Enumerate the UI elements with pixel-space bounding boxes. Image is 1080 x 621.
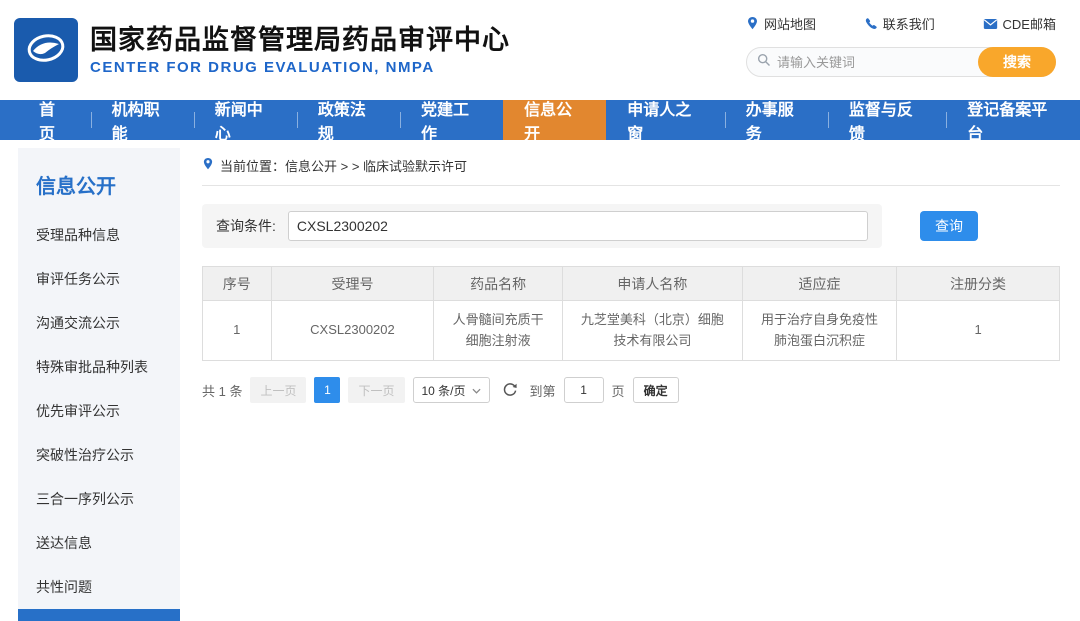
- goto-prefix: 到第: [530, 381, 556, 400]
- header-right: 网站地图 联系我们 CDE邮箱 搜索: [746, 14, 1056, 77]
- sidebar-item-clinical-trial-implied-license[interactable]: 临床试验默示许可: [18, 609, 180, 621]
- nav-item-functions[interactable]: 机构职能: [91, 100, 194, 140]
- search-icon: [757, 53, 771, 72]
- sidebar: 信息公开 受理品种信息 审评任务公示 沟通交流公示 特殊审批品种列表 优先审评公…: [18, 148, 180, 621]
- breadcrumb-text: 当前位置：信息公开 > > 临床试验默示许可: [220, 156, 467, 175]
- table-header-applicant: 申请人名称: [562, 267, 742, 301]
- location-pin-icon: [202, 157, 214, 174]
- cell-acceptance-no: CXSL2300202: [271, 301, 434, 361]
- query-row: 查询条件: 查询: [202, 204, 1060, 248]
- sidebar-item-three-in-one[interactable]: 三合一序列公示: [18, 477, 180, 521]
- search-input[interactable]: [777, 55, 971, 70]
- cell-drug-name: 人骨髓间充质干细胞注射液: [434, 301, 563, 361]
- goto-suffix: 页: [612, 381, 625, 400]
- sitemap-link[interactable]: 网站地图: [746, 14, 816, 33]
- breadcrumb: 当前位置：信息公开 > > 临床试验默示许可: [202, 156, 1060, 186]
- nav-item-services[interactable]: 办事服务: [725, 100, 828, 140]
- main-panel: 当前位置：信息公开 > > 临床试验默示许可 查询条件: 查询 序号 受理号 药…: [180, 148, 1060, 621]
- table-header-seq: 序号: [203, 267, 272, 301]
- cell-applicant: 九芝堂美科（北京）细胞技术有限公司: [562, 301, 742, 361]
- location-pin-icon: [746, 16, 759, 31]
- sitemap-label: 网站地图: [764, 14, 816, 33]
- contact-link[interactable]: 联系我们: [864, 14, 935, 33]
- nav-item-supervision[interactable]: 监督与反馈: [828, 100, 946, 140]
- table-header-indication: 适应症: [742, 267, 896, 301]
- contact-label: 联系我们: [883, 14, 935, 33]
- search-button[interactable]: 搜索: [978, 47, 1056, 77]
- cde-logo[interactable]: [14, 18, 78, 82]
- sidebar-item-breakthrough-therapy[interactable]: 突破性治疗公示: [18, 433, 180, 477]
- main-nav: 首页 机构职能 新闻中心 政策法规 党建工作 信息公开 申请人之窗 办事服务 监…: [0, 100, 1080, 140]
- page-number-button[interactable]: 1: [314, 377, 340, 403]
- prev-page-button[interactable]: 上一页: [250, 377, 306, 403]
- sidebar-title: 信息公开: [18, 148, 180, 213]
- phone-icon: [864, 17, 878, 31]
- confirm-button[interactable]: 确定: [633, 377, 679, 403]
- content: 信息公开 受理品种信息 审评任务公示 沟通交流公示 特殊审批品种列表 优先审评公…: [0, 140, 1080, 621]
- page-size-value: 10 条/页: [422, 382, 466, 399]
- nav-item-info-disclosure[interactable]: 信息公开: [503, 100, 606, 140]
- top-links: 网站地图 联系我们 CDE邮箱: [746, 14, 1056, 33]
- query-bar: 查询条件:: [202, 204, 882, 248]
- sidebar-item-common-issues[interactable]: 共性问题: [18, 565, 180, 609]
- nav-item-news[interactable]: 新闻中心: [194, 100, 297, 140]
- brand-block: 国家药品监督管理局药品审评中心 CENTER FOR DRUG EVALUATI…: [90, 24, 510, 77]
- goto-page-input[interactable]: [564, 377, 604, 403]
- table-header-drug-name: 药品名称: [434, 267, 563, 301]
- sidebar-item-priority-review[interactable]: 优先审评公示: [18, 389, 180, 433]
- nav-item-home[interactable]: 首页: [18, 100, 91, 140]
- query-button[interactable]: 查询: [920, 211, 978, 241]
- page-size-select[interactable]: 10 条/页: [413, 377, 490, 403]
- table-header-acceptance-no: 受理号: [271, 267, 434, 301]
- sidebar-item-delivery-info[interactable]: 送达信息: [18, 521, 180, 565]
- table-row: 1 CXSL2300202 人骨髓间充质干细胞注射液 九芝堂美科（北京）细胞技术…: [203, 301, 1060, 361]
- search-area: 搜索: [746, 47, 1056, 77]
- nav-item-applicant-window[interactable]: 申请人之窗: [606, 100, 724, 140]
- cell-registration-class: 1: [897, 301, 1060, 361]
- chevron-down-icon: [472, 383, 481, 397]
- sidebar-item-accepted-varieties[interactable]: 受理品种信息: [18, 213, 180, 257]
- pagination: 共 1 条 上一页 1 下一页 10 条/页 到第 页 确定: [202, 377, 1060, 403]
- envelope-icon: [983, 18, 998, 30]
- results-table: 序号 受理号 药品名称 申请人名称 适应症 注册分类 1 CXSL2300202…: [202, 266, 1060, 361]
- refresh-icon[interactable]: [500, 380, 520, 400]
- query-input[interactable]: [288, 211, 868, 241]
- query-label: 查询条件:: [216, 216, 276, 236]
- sidebar-item-communication[interactable]: 沟通交流公示: [18, 301, 180, 345]
- site-subtitle: CENTER FOR DRUG EVALUATION, NMPA: [90, 59, 510, 76]
- header: 国家药品监督管理局药品审评中心 CENTER FOR DRUG EVALUATI…: [0, 0, 1080, 100]
- cell-seq: 1: [203, 301, 272, 361]
- site-title: 国家药品监督管理局药品审评中心: [90, 24, 510, 58]
- cde-logo-icon: [23, 25, 69, 76]
- table-header-row: 序号 受理号 药品名称 申请人名称 适应症 注册分类: [203, 267, 1060, 301]
- mailbox-link[interactable]: CDE邮箱: [983, 14, 1056, 33]
- nav-item-party[interactable]: 党建工作: [400, 100, 503, 140]
- cell-indication: 用于治疗自身免疫性肺泡蛋白沉积症: [742, 301, 896, 361]
- sidebar-item-special-approval[interactable]: 特殊审批品种列表: [18, 345, 180, 389]
- sidebar-item-review-tasks[interactable]: 审评任务公示: [18, 257, 180, 301]
- nav-item-registration-platform[interactable]: 登记备案平台: [946, 100, 1080, 140]
- pagination-total: 共 1 条: [202, 381, 242, 400]
- mailbox-label: CDE邮箱: [1003, 14, 1056, 33]
- nav-item-policies[interactable]: 政策法规: [297, 100, 400, 140]
- table-header-registration-class: 注册分类: [897, 267, 1060, 301]
- next-page-button[interactable]: 下一页: [348, 377, 404, 403]
